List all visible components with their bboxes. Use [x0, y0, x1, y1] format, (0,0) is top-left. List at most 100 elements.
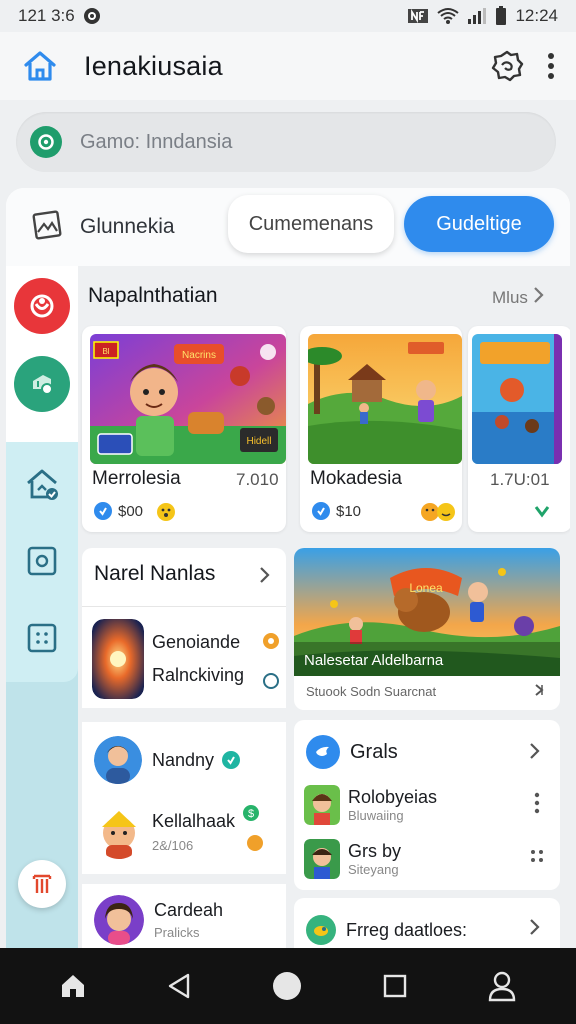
- home-icon[interactable]: [20, 46, 60, 86]
- app-bar: Ienakiusaia: [0, 32, 576, 100]
- bird-icon: [306, 735, 340, 769]
- avatar: [304, 839, 340, 879]
- list-item-title: Cardeah: [154, 900, 224, 920]
- left-rail: [6, 266, 78, 948]
- nfc-icon: [407, 7, 429, 25]
- game-thumbnail-3: [472, 334, 562, 464]
- list-item-title: Rolobyeias: [348, 787, 438, 807]
- tab-bar: Glunnekia Cumemenans Gudeltige: [6, 188, 570, 266]
- avatar: [304, 785, 340, 825]
- rail-profile-red-icon[interactable]: [14, 278, 70, 334]
- rail-gift-icon[interactable]: [18, 860, 66, 908]
- grals-title: Grals: [350, 740, 398, 763]
- game-title-1: Merrolesia: [92, 468, 181, 489]
- badge-icon: $: [242, 804, 260, 827]
- smiley-icon: [156, 502, 176, 527]
- status-time-left: 121 3:6: [18, 6, 75, 25]
- grid-dots-icon[interactable]: [530, 848, 544, 873]
- tab-gudeltige[interactable]: Gudeltige: [404, 196, 554, 252]
- game-price-1-value: $00: [118, 502, 144, 520]
- status-clock: 12:24: [515, 6, 558, 25]
- list-item[interactable]: Cardeah Pralicks: [94, 892, 284, 948]
- list-item[interactable]: Grs by Siteyang: [304, 836, 554, 882]
- tab-glunnekia-label: Glunnekia: [80, 215, 175, 238]
- game-thumbnail-2: [308, 334, 462, 464]
- grals-header[interactable]: Grals: [306, 732, 556, 772]
- game-price-2-value: $10: [336, 502, 362, 520]
- more-link[interactable]: Mlus: [492, 286, 544, 309]
- content-area: Napalnthatian Mlus Nacrins Bl Hidell Mer…: [78, 266, 570, 948]
- fresh-deals-card[interactable]: Frreg daatloes:: [294, 898, 560, 948]
- game-card-1[interactable]: Nacrins Bl Hidell Merrolesia 7.010 $00: [82, 326, 286, 532]
- main-panel: Glunnekia Cumemenans Gudeltige Napalntha…: [6, 188, 570, 948]
- notification-icon: [83, 7, 101, 25]
- chevron-right-icon: [532, 286, 544, 309]
- feature-banner: Lonea Nalesetar Aldelbarna: [294, 548, 560, 676]
- svg-text:$: $: [248, 808, 254, 820]
- nav-back-icon[interactable]: [166, 972, 192, 1000]
- list-item-title: Genoiande: [152, 632, 241, 652]
- feature-banner-sign: Lonea: [409, 581, 443, 595]
- system-nav-bar: [0, 948, 576, 1024]
- list-item[interactable]: Nandny: [94, 732, 284, 788]
- nav-home-icon[interactable]: [59, 972, 87, 1000]
- game-thumbnail-1: Nacrins Bl Hidell: [90, 334, 286, 464]
- image-icon: [32, 210, 62, 245]
- list-item[interactable]: Rolobyeias Bluwaiing: [304, 782, 554, 828]
- nav-home-circle-icon[interactable]: [271, 970, 303, 1002]
- list-item-title: Nandny: [152, 749, 215, 770]
- status-bar: 121 3:6 12:24: [0, 0, 576, 32]
- grals-card: Grals Rolobyeias Bluwaiing Grs by Siteya…: [294, 720, 560, 890]
- tab-cumemenans[interactable]: Cumemenans: [228, 195, 394, 253]
- list-item-title: Grs by: [348, 841, 402, 861]
- game-title-2: Mokadesia: [310, 468, 402, 489]
- coin-icon: [246, 834, 264, 857]
- tab-glunnekia[interactable]: Glunnekia: [6, 210, 228, 245]
- expand-icon[interactable]: [532, 682, 548, 703]
- app-title: Ienakiusaia: [84, 50, 223, 81]
- timer-icon: [262, 672, 280, 695]
- feature-subtitle: Stuook Sodn Suarcnat: [306, 684, 437, 699]
- game-score-3: 1.7U:01: [490, 470, 550, 489]
- list-item-subtitle: Bluwaiing: [348, 808, 404, 823]
- verified-icon: [222, 751, 241, 769]
- list-item[interactable]: Kellalhaak 2&/106 $: [94, 800, 284, 864]
- more-vert-icon[interactable]: [546, 52, 556, 80]
- rail-square-icon[interactable]: [14, 533, 70, 589]
- more-vert-icon[interactable]: [534, 792, 540, 819]
- badge-icon: [262, 632, 280, 655]
- friends-list-card: Narel Nanlas Genoiande Ralnckiving Nandn…: [82, 548, 286, 948]
- search-input[interactable]: Gamo: Inndansia: [80, 131, 232, 154]
- feature-card[interactable]: Lonea Nalesetar Aldelbarna Stuook Sodn S…: [294, 548, 560, 710]
- search-icon: [30, 126, 62, 158]
- section-title-featured: Napalnthatian: [88, 284, 218, 307]
- coin-icon: [312, 502, 330, 520]
- game1-art-sign: Nacrins: [182, 350, 216, 361]
- fresh-deals-title: Frreg daatloes:: [346, 919, 468, 940]
- rail-controller-icon[interactable]: [14, 356, 70, 412]
- chevron-right-icon: [528, 918, 540, 941]
- battery-icon: [495, 6, 507, 26]
- chevron-right-icon: [528, 742, 540, 765]
- section-title-list: Narel Nanlas: [94, 562, 216, 585]
- game-card-2[interactable]: Mokadesia $10: [300, 326, 462, 532]
- game-card-3[interactable]: 1.7U:01: [468, 326, 570, 532]
- puzzle-settings-icon[interactable]: [490, 49, 524, 83]
- wifi-icon: [437, 7, 460, 25]
- list-item[interactable]: Genoiande Ralnckiving: [92, 616, 282, 702]
- avatar: [92, 619, 144, 699]
- avatar: [94, 805, 144, 859]
- rail-house-check-icon[interactable]: [14, 456, 70, 512]
- chevron-right-icon[interactable]: [258, 566, 270, 589]
- nav-recents-icon[interactable]: [382, 973, 408, 999]
- nav-profile-icon[interactable]: [487, 970, 517, 1002]
- game1-art-box: Hidell: [246, 436, 271, 447]
- emoji-icon: [420, 502, 456, 527]
- deals-icon: [306, 915, 336, 945]
- rail-grid-icon[interactable]: [14, 610, 70, 666]
- game-price-2: $10: [312, 502, 361, 520]
- avatar: [94, 736, 142, 784]
- list-item-subtitle: 2&/106: [152, 838, 194, 853]
- coin-icon: [94, 502, 112, 520]
- search-bar[interactable]: Gamo: Inndansia: [16, 112, 556, 172]
